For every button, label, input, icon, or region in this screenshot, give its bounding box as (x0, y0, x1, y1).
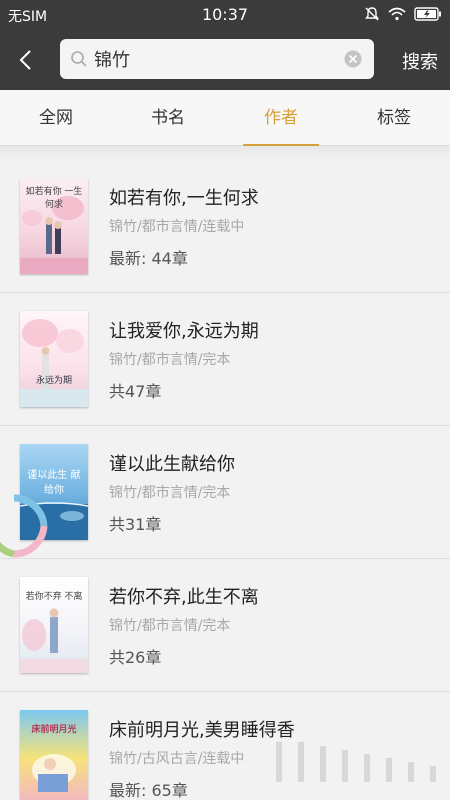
mute-icon (365, 7, 379, 21)
result-list: 如若有你 一生何求 如若有你,一生何求 锦竹/都市言情/连载中 最新: 44章 … (0, 160, 450, 800)
book-title: 如若有你,一生何求 (109, 188, 259, 209)
tab-author[interactable]: 作者 (225, 90, 337, 146)
search-icon (71, 51, 87, 67)
search-header: 搜索 (0, 30, 450, 90)
list-item[interactable]: 谨以此生 献给你 谨以此生献给你 锦竹/都市言情/完本 共31章 (0, 426, 450, 559)
cover-title: 永远为期 (35, 376, 72, 386)
book-meta: 锦竹/都市言情/连载中 (109, 219, 245, 235)
cover-title: 床前明月光 (31, 725, 77, 735)
search-button[interactable]: 搜索 (402, 48, 438, 74)
tab-divider (0, 146, 450, 160)
book-title: 让我爱你,永远为期 (109, 321, 259, 342)
list-item[interactable]: 如若有你 一生何求 如若有你,一生何求 锦竹/都市言情/连载中 最新: 44章 (0, 160, 450, 293)
wifi-icon (388, 7, 406, 21)
book-chapters: 共26章 (109, 648, 162, 667)
book-meta: 锦竹/都市言情/完本 (109, 618, 231, 634)
list-item[interactable]: 永远为期 让我爱你,永远为期 锦竹/都市言情/完本 共47章 (0, 293, 450, 426)
list-item[interactable]: 若你不弃 不离 若你不弃,此生不离 锦竹/都市言情/完本 共26章 (0, 559, 450, 692)
book-meta: 锦竹/都市言情/完本 (109, 485, 231, 501)
loading-ring-icon (0, 494, 48, 558)
book-meta: 锦竹/古风古言/连载中 (109, 751, 245, 767)
book-chapters: 最新: 44章 (109, 249, 188, 268)
status-icons (364, 6, 442, 22)
book-title: 若你不弃,此生不离 (109, 587, 259, 608)
book-cover: 床前明月光 (20, 710, 88, 800)
book-cover: 如若有你 一生何求 (20, 178, 88, 274)
book-title: 床前明月光,美男睡得香 (109, 720, 295, 741)
tab-all-web[interactable]: 全网 (0, 90, 112, 146)
book-cover: 若你不弃 不离 (20, 577, 88, 673)
clear-icon[interactable] (344, 50, 362, 68)
tab-tags[interactable]: 标签 (338, 90, 450, 146)
tab-book-name[interactable]: 书名 (112, 90, 224, 146)
back-arrow-icon[interactable] (14, 48, 38, 72)
status-bar: 无SIM 10:37 (0, 0, 450, 30)
scroll-indicator-icon (276, 742, 436, 782)
book-meta: 锦竹/都市言情/完本 (109, 352, 231, 368)
book-chapters: 共47章 (109, 382, 162, 401)
book-title: 谨以此生献给你 (109, 454, 235, 475)
battery-icon (414, 7, 441, 21)
search-tabs: 全网 书名 作者 标签 (0, 90, 450, 146)
book-cover: 永远为期 (20, 311, 88, 407)
cover-title: 若你不弃 不离 (25, 592, 83, 602)
book-chapters: 共31章 (109, 515, 162, 534)
cover-title: 如若有你 一生何求 (25, 187, 83, 210)
search-input[interactable] (94, 45, 334, 73)
search-box[interactable] (60, 39, 374, 79)
book-chapters: 最新: 65章 (109, 781, 188, 800)
